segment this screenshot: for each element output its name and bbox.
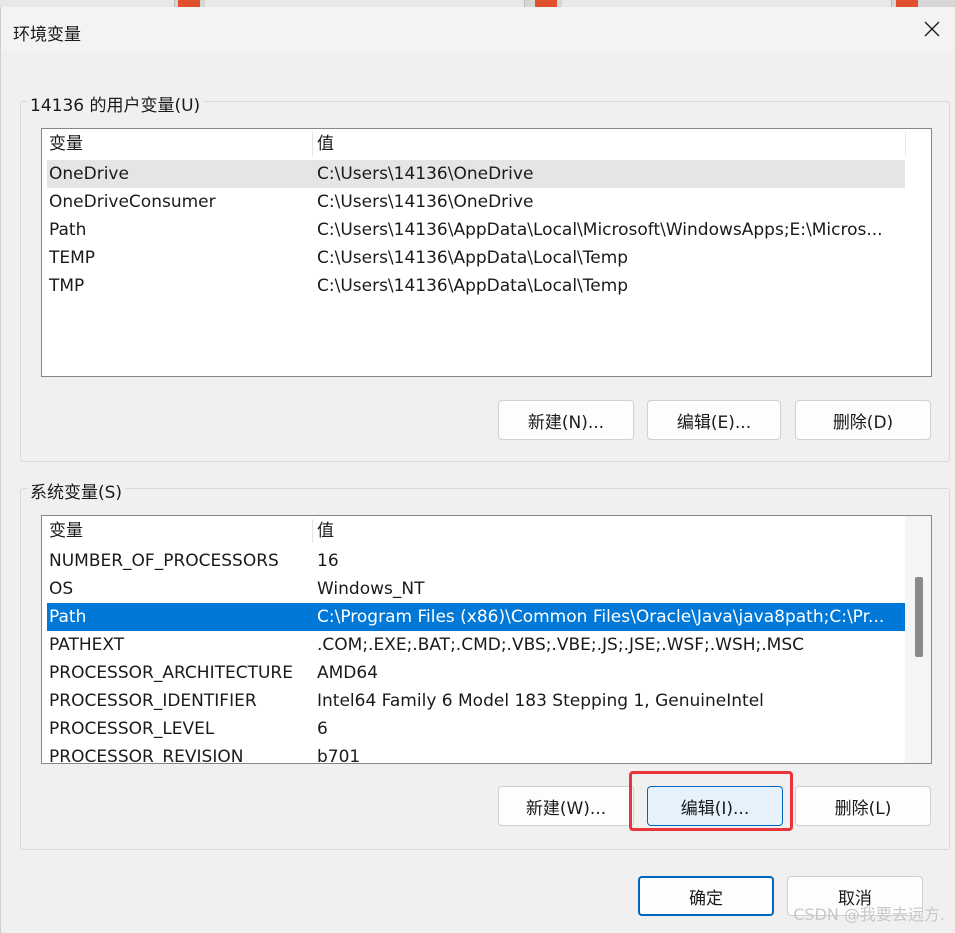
- column-header-value[interactable]: 值: [315, 130, 907, 158]
- watermark: CSDN @我要去远方.: [793, 905, 945, 924]
- variable-value: C:\Users\14136\AppData\Local\Temp: [317, 276, 629, 296]
- variable-name: PROCESSOR_LEVEL: [49, 719, 215, 739]
- user-edit-button[interactable]: 编辑(E)...: [647, 400, 781, 440]
- table-row[interactable]: PROCESSOR_LEVEL 6: [47, 715, 905, 743]
- table-row[interactable]: PROCESSOR_REVISION b701: [47, 743, 905, 764]
- variable-value: AMD64: [317, 663, 379, 683]
- table-row[interactable]: OneDriveConsumer C:\Users\14136\OneDrive: [47, 188, 905, 216]
- close-icon: [924, 21, 940, 37]
- variable-value: 16: [317, 551, 339, 571]
- variable-value: C:\Users\14136\AppData\Local\Microsoft\W…: [317, 220, 883, 240]
- table-row[interactable]: TMP C:\Users\14136\AppData\Local\Temp: [47, 272, 905, 300]
- column-header-variable[interactable]: 变量: [47, 517, 309, 545]
- variable-name: PROCESSOR_ARCHITECTURE: [49, 663, 293, 683]
- table-row[interactable]: Path C:\Users\14136\AppData\Local\Micros…: [47, 216, 905, 244]
- variable-name: OneDriveConsumer: [49, 192, 216, 212]
- system-delete-button[interactable]: 删除(L): [795, 786, 931, 826]
- background-window-strip: [0, 0, 955, 7]
- system-new-button[interactable]: 新建(W)...: [498, 786, 634, 826]
- table-row[interactable]: OneDrive C:\Users\14136\OneDrive: [47, 160, 905, 188]
- system-variables-label: 系统变量(S): [27, 478, 126, 503]
- ok-button[interactable]: 确定: [638, 876, 774, 916]
- environment-variables-dialog: 环境变量 14136 的用户变量(U) 变量 值 OneDrive C:\Use…: [0, 7, 955, 933]
- table-row[interactable]: NUMBER_OF_PROCESSORS 16: [47, 547, 905, 575]
- vertical-scrollbar[interactable]: [905, 516, 931, 763]
- table-row[interactable]: OS Windows_NT: [47, 575, 905, 603]
- system-edit-button[interactable]: 编辑(I)...: [647, 786, 783, 826]
- variable-value: b701: [317, 747, 361, 764]
- system-variables-list[interactable]: 变量 值 NUMBER_OF_PROCESSORS 16 OS Windows_…: [41, 515, 932, 764]
- user-delete-button[interactable]: 删除(D): [795, 400, 931, 440]
- column-header-variable[interactable]: 变量: [47, 130, 309, 158]
- variable-value: C:\Program Files (x86)\Common Files\Orac…: [317, 607, 885, 627]
- user-new-button[interactable]: 新建(N)...: [498, 400, 634, 440]
- variable-value: 6: [317, 719, 328, 739]
- table-row-selected[interactable]: Path C:\Program Files (x86)\Common Files…: [47, 603, 905, 631]
- variable-name: TMP: [49, 276, 85, 296]
- user-variables-label: 14136 的用户变量(U): [27, 91, 204, 116]
- user-variables-list[interactable]: 变量 值 OneDrive C:\Users\14136\OneDrive On…: [41, 128, 932, 377]
- variable-name: NUMBER_OF_PROCESSORS: [49, 551, 279, 571]
- column-header-value[interactable]: 值: [315, 517, 907, 545]
- variable-value: Windows_NT: [317, 579, 425, 599]
- variable-value: C:\Users\14136\OneDrive: [317, 164, 534, 184]
- scrollbar-thumb[interactable]: [915, 577, 923, 657]
- title-bar: 环境变量: [1, 7, 955, 51]
- variable-name: TEMP: [49, 248, 96, 268]
- table-row[interactable]: PROCESSOR_IDENTIFIER Intel64 Family 6 Mo…: [47, 687, 905, 715]
- variable-name: Path: [49, 220, 87, 240]
- list-header: 变量 值: [47, 130, 907, 158]
- table-row[interactable]: TEMP C:\Users\14136\AppData\Local\Temp: [47, 244, 905, 272]
- table-row[interactable]: PROCESSOR_ARCHITECTURE AMD64: [47, 659, 905, 687]
- variable-value: C:\Users\14136\AppData\Local\Temp: [317, 248, 629, 268]
- list-header: 变量 值: [47, 517, 907, 545]
- variable-name: PATHEXT: [49, 635, 125, 655]
- variable-name: PROCESSOR_REVISION: [49, 747, 244, 764]
- variable-name: Path: [49, 607, 87, 627]
- variable-value: C:\Users\14136\OneDrive: [317, 192, 534, 212]
- variable-value: .COM;.EXE;.BAT;.CMD;.VBS;.VBE;.JS;.JSE;.…: [317, 635, 805, 655]
- dialog-title: 环境变量: [13, 25, 81, 45]
- variable-name: OS: [49, 579, 74, 599]
- table-row[interactable]: PATHEXT .COM;.EXE;.BAT;.CMD;.VBS;.VBE;.J…: [47, 631, 905, 659]
- variable-name: OneDrive: [49, 164, 129, 184]
- variable-value: Intel64 Family 6 Model 183 Stepping 1, G…: [317, 691, 764, 711]
- close-button[interactable]: [908, 7, 955, 51]
- variable-name: PROCESSOR_IDENTIFIER: [49, 691, 257, 711]
